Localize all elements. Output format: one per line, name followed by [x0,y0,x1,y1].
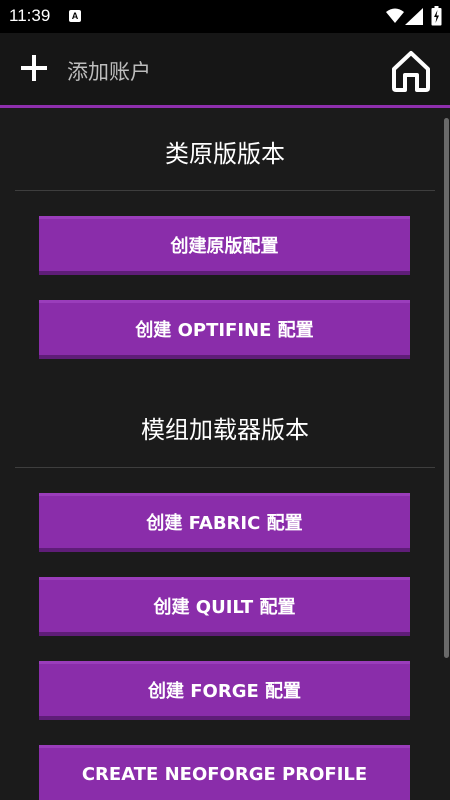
add-account-button[interactable] [14,48,54,88]
toolbar-accent-line [0,105,450,108]
home-icon [392,51,430,92]
create-neoforge-profile-button[interactable]: CREATE NEOFORGE PROFILE [39,745,410,800]
status-bar: 11:39 A [0,0,450,33]
battery-icon [431,6,442,26]
create-quilt-profile-button[interactable]: 创建 QUILT 配置 [39,577,410,636]
create-forge-profile-button[interactable]: 创建 FORGE 配置 [39,661,410,720]
create-vanilla-profile-button[interactable]: 创建原版配置 [39,216,410,275]
section-title-modloader: 模组加载器版本 [141,416,309,444]
section-title-vanilla: 类原版版本 [165,140,285,168]
create-fabric-profile-button[interactable]: 创建 FABRIC 配置 [39,493,410,552]
signal-icon [405,8,423,25]
section-divider [15,467,435,468]
plus-icon [21,55,47,81]
wifi-icon [386,8,404,23]
notification-icon: A [69,10,81,22]
scrollbar[interactable] [444,118,449,658]
status-time: 11:39 [9,6,51,25]
add-account-label[interactable]: 添加账户 [67,56,151,86]
create-optifine-profile-button[interactable]: 创建 OPTIFINE 配置 [39,300,410,359]
section-divider [15,190,435,191]
home-button[interactable] [388,47,434,93]
